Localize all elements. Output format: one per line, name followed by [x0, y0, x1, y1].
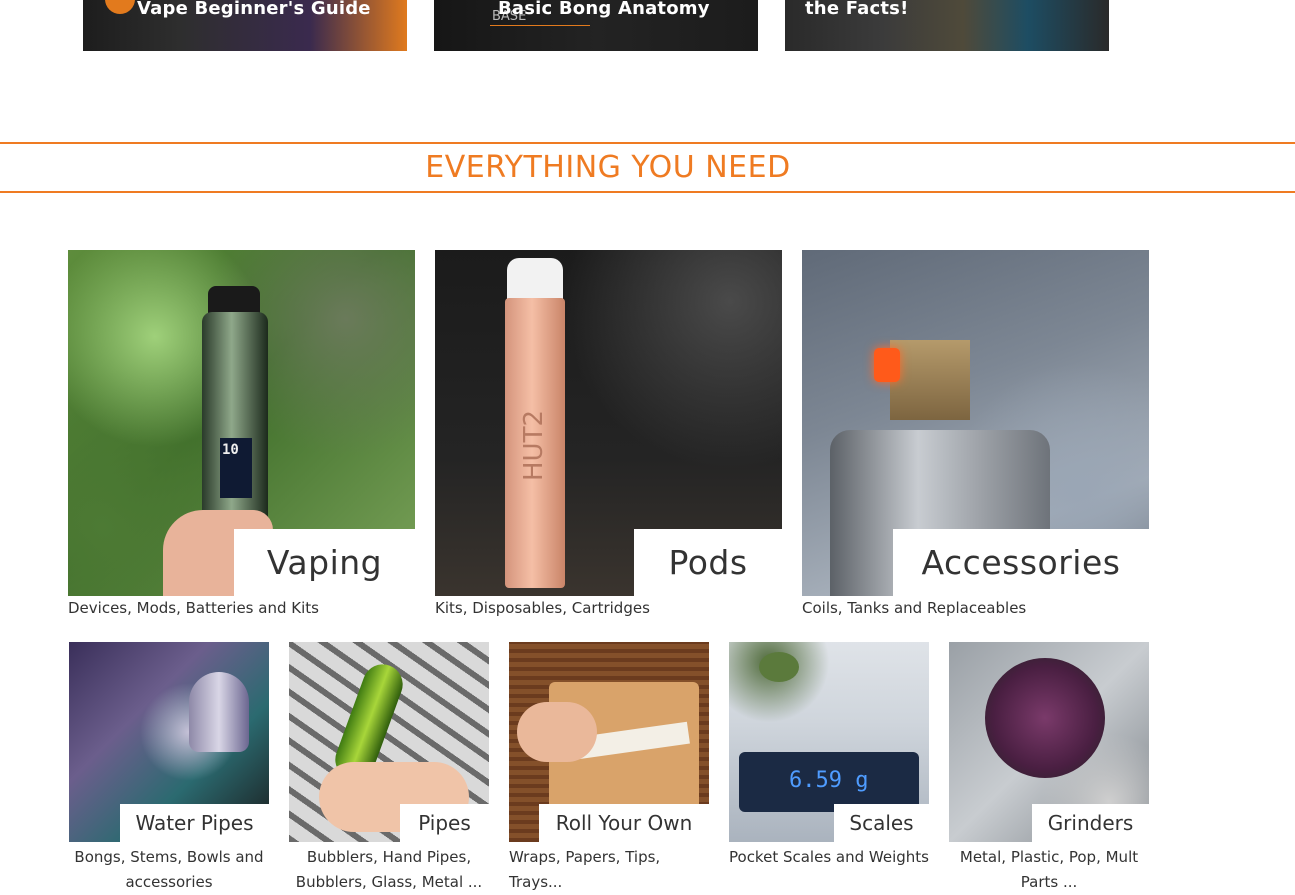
category-label: Water Pipes	[120, 804, 269, 842]
category-card-accessories[interactable]: Accessories	[802, 250, 1149, 596]
glowing-coil	[874, 348, 900, 382]
grinder	[985, 658, 1105, 778]
scale-reading: 6.59 g	[789, 768, 869, 793]
category-card-grinders[interactable]: Grinders	[949, 642, 1149, 842]
hand	[517, 702, 597, 762]
category-description: Bubblers, Hand Pipes, Bubblers, Glass, M…	[295, 848, 483, 891]
category-label: Grinders	[1032, 804, 1149, 842]
category-description: Wraps, Papers, Tips, Trays...	[509, 848, 661, 891]
vape-device	[202, 312, 268, 542]
category-label: Scales	[834, 804, 929, 842]
coil-deck	[890, 340, 970, 420]
category-description: Devices, Mods, Batteries and Kits	[68, 599, 319, 617]
diagram-line	[490, 25, 590, 26]
category-description: Pocket Scales and Weights	[729, 848, 929, 866]
pod-cap	[507, 258, 563, 302]
blog-card-vape-guide[interactable]: Vape Beginner's Guide	[83, 0, 407, 51]
blog-card-title: the Facts!	[805, 0, 909, 19]
vape-screen-reading: 10	[222, 442, 239, 458]
category-card-roll-your-own[interactable]: Roll Your Own	[509, 642, 709, 842]
category-label: Vaping	[234, 529, 415, 596]
bud	[759, 652, 799, 682]
category-label: Accessories	[893, 529, 1149, 596]
vape-screen: 10	[220, 438, 252, 498]
category-card-vaping[interactable]: 10 Vaping	[68, 250, 415, 596]
section-top-rule	[0, 142, 1295, 144]
section-title: EVERYTHING YOU NEED	[425, 150, 791, 185]
blog-card-bong-anatomy[interactable]: BASE Basic Bong Anatomy	[434, 0, 758, 51]
category-label: Pipes	[400, 804, 489, 842]
category-description: Coils, Tanks and Replaceables	[802, 599, 1027, 617]
category-description: Metal, Plastic, Pop, Mult Parts ...	[959, 848, 1139, 891]
blog-card-facts[interactable]: the Facts!	[785, 0, 1109, 51]
category-description: Bongs, Stems, Bowls and accessories	[74, 848, 264, 891]
category-card-water-pipes[interactable]: Water Pipes	[69, 642, 269, 842]
category-label: Roll Your Own	[539, 804, 709, 842]
pod-device-text: HUT2	[519, 410, 549, 482]
section-bottom-rule	[0, 191, 1295, 193]
category-card-pipes[interactable]: Pipes	[289, 642, 489, 842]
category-label: Pods	[634, 529, 782, 596]
category-description: Kits, Disposables, Cartridges	[435, 599, 650, 617]
blog-card-title: Basic Bong Anatomy	[498, 0, 710, 19]
category-card-scales[interactable]: 6.59 g Scales	[729, 642, 929, 842]
category-card-pods[interactable]: HUT2 Pods	[435, 250, 782, 596]
scale-display: 6.59 g	[739, 752, 919, 812]
blog-card-title: Vape Beginner's Guide	[137, 0, 371, 19]
bowl-piece	[189, 672, 249, 752]
